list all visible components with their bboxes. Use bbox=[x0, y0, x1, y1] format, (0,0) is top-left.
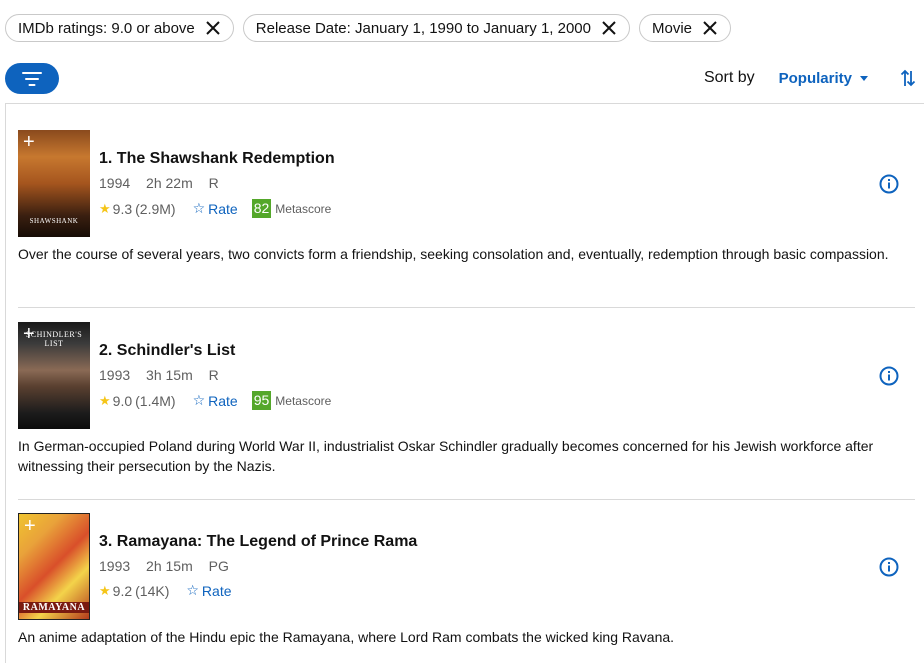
list-item: + SHAWSHANK 1. The Shawshank Redemption … bbox=[18, 130, 915, 308]
movie-description: In German-occupied Poland during World W… bbox=[18, 438, 874, 474]
rate-button[interactable]: ☆ Rate bbox=[193, 392, 238, 409]
movie-title[interactable]: 2. Schindler's List bbox=[99, 342, 235, 360]
info-icon[interactable] bbox=[879, 557, 899, 577]
add-to-watchlist-icon[interactable]: + bbox=[24, 516, 36, 536]
metascore-label: Metascore bbox=[275, 393, 332, 408]
rate-button[interactable]: ☆ Rate bbox=[186, 582, 231, 599]
close-icon[interactable] bbox=[702, 20, 718, 36]
rate-label: Rate bbox=[208, 392, 238, 409]
filter-chip-label: IMDb ratings: 9.0 or above bbox=[18, 19, 195, 37]
sort-value: Popularity bbox=[778, 69, 852, 87]
filter-icon bbox=[22, 71, 42, 86]
movie-certificate: R bbox=[208, 367, 219, 383]
movie-description: An anime adaptation of the Hindu epic th… bbox=[18, 629, 675, 645]
poster-title: SCHINDLER'S LIST bbox=[25, 330, 83, 348]
filter-chip-release-date[interactable]: Release Date: January 1, 1990 to January… bbox=[242, 14, 630, 42]
filter-chips: IMDb ratings: 9.0 or above Release Date:… bbox=[5, 14, 732, 42]
star-icon: ★ bbox=[99, 200, 111, 216]
poster-title: RAMAYANA bbox=[19, 602, 89, 613]
metascore-label: Metascore bbox=[275, 201, 332, 216]
filter-button[interactable] bbox=[5, 63, 59, 94]
close-icon[interactable] bbox=[205, 20, 221, 36]
info-icon[interactable] bbox=[879, 174, 899, 194]
add-to-watchlist-icon[interactable]: + bbox=[23, 132, 35, 152]
movie-certificate: PG bbox=[208, 558, 229, 574]
metascore-badge: 95 bbox=[251, 391, 272, 410]
movie-runtime: 2h 15m bbox=[146, 558, 193, 574]
list-item: + RAMAYANA 3. Ramayana: The Legend of Pr… bbox=[18, 513, 915, 663]
movie-year: 1994 bbox=[99, 175, 131, 191]
movie-poster[interactable]: + SHAWSHANK bbox=[18, 130, 90, 237]
sort-label: Sort by bbox=[703, 69, 755, 86]
vote-count: (1.4M) bbox=[135, 392, 176, 409]
rate-button[interactable]: ☆ Rate bbox=[193, 200, 238, 217]
movie-description: Over the course of several years, two co… bbox=[18, 246, 889, 262]
sort-bar: Sort by Popularity bbox=[704, 66, 916, 90]
movie-rating: ★ 9.3 (2.9M) ☆ Rate 82 Metascore bbox=[99, 199, 331, 218]
vote-count: (2.9M) bbox=[135, 200, 176, 217]
rating-value: 9.3 bbox=[112, 200, 133, 217]
sort-order-icon[interactable] bbox=[900, 68, 916, 88]
filter-chip-type[interactable]: Movie bbox=[639, 14, 732, 42]
star-outline-icon: ☆ bbox=[192, 392, 206, 408]
movie-year: 1993 bbox=[99, 558, 131, 574]
info-icon[interactable] bbox=[879, 366, 899, 386]
movie-title[interactable]: 1. The Shawshank Redemption bbox=[99, 150, 335, 168]
movie-rating: ★ 9.0 (1.4M) ☆ Rate 95 Metascore bbox=[99, 391, 331, 410]
movie-runtime: 3h 15m bbox=[146, 367, 193, 383]
vote-count: (14K) bbox=[135, 582, 170, 599]
star-outline-icon: ☆ bbox=[192, 200, 206, 216]
rate-label: Rate bbox=[208, 200, 238, 217]
movie-runtime: 2h 22m bbox=[146, 175, 193, 191]
rating-value: 9.0 bbox=[112, 392, 133, 409]
movie-rating: ★ 9.2 (14K) ☆ Rate bbox=[99, 582, 232, 599]
list-item: + SCHINDLER'S LIST 2. Schindler's List 1… bbox=[18, 322, 915, 500]
star-outline-icon: ☆ bbox=[186, 582, 199, 598]
movie-title[interactable]: 3. Ramayana: The Legend of Prince Rama bbox=[99, 533, 417, 551]
movie-metadata: 1993 2h 15m PG bbox=[99, 558, 241, 574]
movie-metadata: 1994 2h 22m R bbox=[99, 175, 231, 191]
filter-chip-label: Release Date: January 1, 1990 to January… bbox=[255, 19, 591, 37]
close-icon[interactable] bbox=[601, 20, 617, 36]
movie-poster[interactable]: + SCHINDLER'S LIST bbox=[18, 322, 90, 429]
movie-metadata: 1993 3h 15m R bbox=[99, 367, 231, 383]
metascore-badge: 82 bbox=[251, 199, 272, 218]
caret-down-icon bbox=[860, 75, 868, 81]
rate-label: Rate bbox=[201, 582, 232, 599]
rating-value: 9.2 bbox=[112, 582, 133, 599]
movie-year: 1993 bbox=[99, 367, 131, 383]
star-icon: ★ bbox=[99, 392, 111, 408]
movie-poster[interactable]: + RAMAYANA bbox=[18, 513, 90, 620]
filter-chip-label: Movie bbox=[652, 19, 693, 37]
movie-list: + SHAWSHANK 1. The Shawshank Redemption … bbox=[5, 103, 924, 663]
star-icon: ★ bbox=[99, 582, 111, 598]
filter-chip-rating[interactable]: IMDb ratings: 9.0 or above bbox=[5, 14, 234, 42]
movie-certificate: R bbox=[208, 175, 219, 191]
poster-title: SHAWSHANK bbox=[29, 217, 79, 225]
sort-dropdown[interactable]: Popularity bbox=[779, 70, 868, 87]
